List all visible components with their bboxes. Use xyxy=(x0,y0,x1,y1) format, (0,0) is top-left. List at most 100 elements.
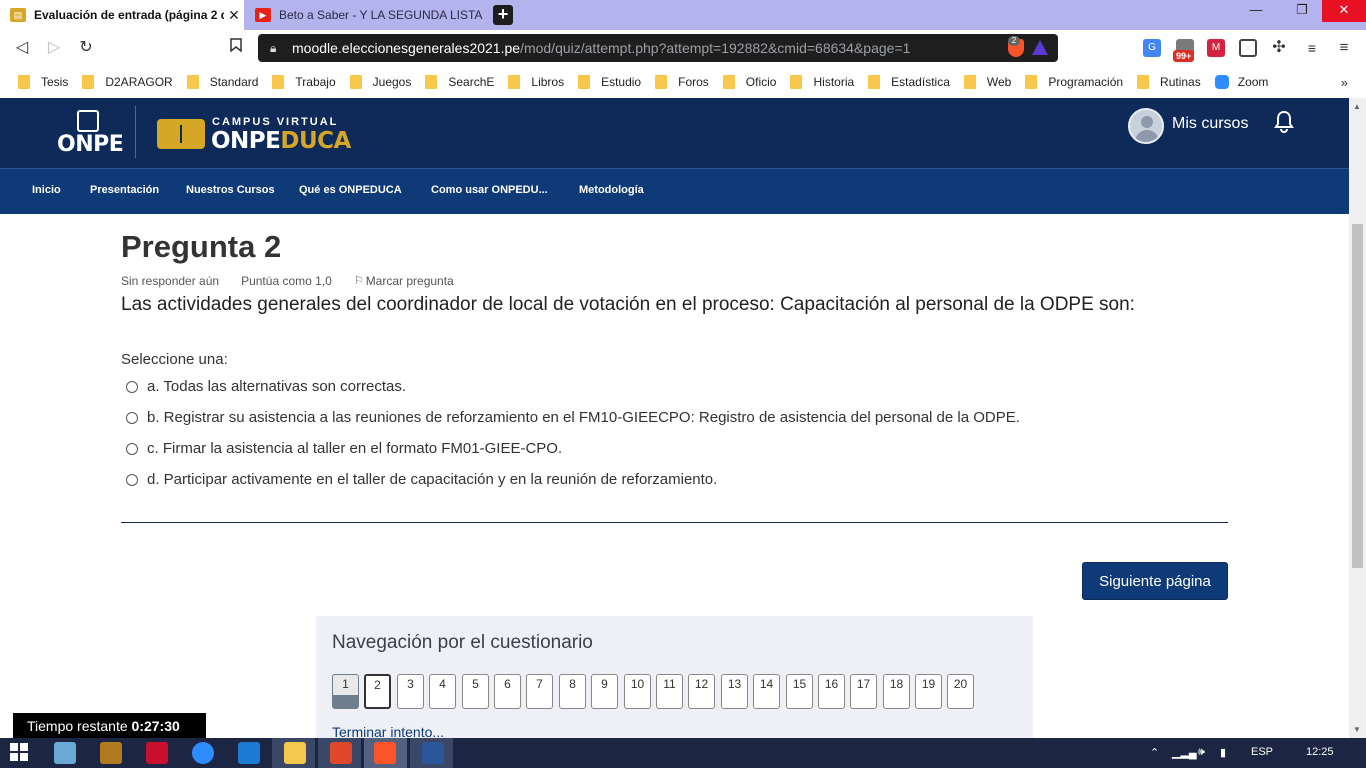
scroll-down-icon[interactable]: ▼ xyxy=(1353,725,1361,734)
answer-label[interactable]: b. Registrar su asistencia a las reunion… xyxy=(147,409,1020,426)
quiz-nav-button[interactable]: 11 xyxy=(656,674,683,709)
bookmark-folder[interactable]: SearchE xyxy=(419,70,502,94)
reload-icon[interactable]: ↻ xyxy=(76,38,96,58)
word-icon[interactable] xyxy=(422,742,444,764)
extensions-puzzle-icon[interactable]: ✣ xyxy=(1270,39,1288,57)
quiz-nav-button[interactable]: 14 xyxy=(753,674,780,709)
bookmark-folder[interactable]: Juegos xyxy=(344,70,420,94)
quiz-nav-button[interactable]: 12 xyxy=(688,674,715,709)
nav-inicio[interactable]: Inicio xyxy=(32,184,61,196)
volume-icon[interactable]: 🕪︎ xyxy=(1198,746,1205,759)
language-indicator[interactable]: ESP xyxy=(1251,746,1273,758)
answer-option-a[interactable]: a. Todas las alternativas son correctas. xyxy=(126,378,406,395)
quiz-nav-button[interactable]: 18 xyxy=(883,674,910,709)
bookmark-folder[interactable]: Tesis xyxy=(0,70,76,94)
quiz-nav-button[interactable]: 9 xyxy=(591,674,618,709)
file-explorer-icon[interactable] xyxy=(284,742,306,764)
app-icon[interactable] xyxy=(330,742,352,764)
bookmark-folder[interactable]: Rutinas xyxy=(1131,70,1209,94)
app-icon[interactable] xyxy=(54,742,76,764)
quiz-nav-button[interactable]: 6 xyxy=(494,674,521,709)
tray-overflow-icon[interactable]: ⌃ xyxy=(1150,746,1159,759)
bookmark-folder[interactable]: Estudio xyxy=(572,70,649,94)
answer-label[interactable]: d. Participar activamente en el taller d… xyxy=(147,471,717,488)
my-courses-link[interactable]: Mis cursos xyxy=(1172,115,1248,133)
restore-button[interactable]: ❐ xyxy=(1280,0,1324,22)
app-icon[interactable] xyxy=(100,742,122,764)
bookmark-folder[interactable]: Oficio xyxy=(717,70,785,94)
scroll-up-icon[interactable]: ▲ xyxy=(1353,102,1361,111)
answer-label[interactable]: a. Todas las alternativas son correctas. xyxy=(147,378,406,395)
onpe-logo[interactable]: ONPE xyxy=(57,110,124,157)
forward-icon[interactable]: ▷ xyxy=(44,38,64,58)
quiz-nav-button[interactable]: 10 xyxy=(624,674,651,709)
nav-presentacion[interactable]: Presentación xyxy=(90,184,159,196)
quiz-nav-button[interactable]: 17 xyxy=(850,674,877,709)
quiz-nav-button[interactable]: 20 xyxy=(947,674,974,709)
bookmark-zoom[interactable]: Zoom xyxy=(1209,70,1277,94)
quiz-nav-button[interactable]: 8 xyxy=(559,674,586,709)
clock[interactable]: 12:25 xyxy=(1306,746,1334,758)
bookmark-folder[interactable]: Foros xyxy=(649,70,717,94)
brave-rewards-icon[interactable] xyxy=(1032,40,1048,55)
bookmark-folder[interactable]: Web xyxy=(958,70,1019,94)
back-icon[interactable]: ◁ xyxy=(12,38,32,58)
cast-icon[interactable] xyxy=(1239,39,1257,57)
quiz-nav-button[interactable]: 4 xyxy=(429,674,456,709)
quiz-nav-button[interactable]: 15 xyxy=(786,674,813,709)
radio-button[interactable] xyxy=(126,473,138,486)
address-bar[interactable]: 🔒︎ moodle.eleccionesgenerales2021.pe/mod… xyxy=(258,34,1058,62)
brave-browser-icon[interactable] xyxy=(374,742,396,764)
bookmark-folder[interactable]: Programación xyxy=(1019,70,1131,94)
bookmark-folder[interactable]: Estadística xyxy=(862,70,958,94)
next-page-button[interactable]: Siguiente página xyxy=(1082,562,1228,600)
radio-button[interactable] xyxy=(126,411,138,424)
onpeduca-logo[interactable]: ONPEDUCA xyxy=(211,128,351,154)
quiz-nav-button[interactable]: 19 xyxy=(915,674,942,709)
quiz-nav-button[interactable]: 13 xyxy=(721,674,748,709)
bookmark-folder[interactable]: Historia xyxy=(784,70,862,94)
quiz-nav-button[interactable]: 16 xyxy=(818,674,845,709)
network-icon[interactable]: ▁▂▄ xyxy=(1172,746,1197,759)
bookmark-icon[interactable] xyxy=(226,38,246,58)
zoom-app-icon[interactable] xyxy=(192,742,214,764)
radio-button[interactable] xyxy=(126,380,138,393)
quiz-nav-button[interactable]: 2 xyxy=(364,674,391,709)
bookmark-folder[interactable]: Trabajo xyxy=(266,70,343,94)
flag-icon[interactable]: ⚐ xyxy=(354,274,364,288)
answer-label[interactable]: c. Firmar la asistencia al taller en el … xyxy=(147,440,562,457)
answer-option-c[interactable]: c. Firmar la asistencia al taller en el … xyxy=(126,440,562,457)
notification-bell-icon[interactable] xyxy=(1273,110,1295,134)
quiz-nav-button[interactable]: 5 xyxy=(462,674,489,709)
windows-start-icon[interactable] xyxy=(10,743,32,765)
user-avatar[interactable] xyxy=(1128,108,1164,144)
minimize-button[interactable]: — xyxy=(1234,0,1278,22)
new-tab-button[interactable]: + xyxy=(493,5,513,25)
scrollbar-thumb[interactable] xyxy=(1352,224,1363,568)
tab-youtube[interactable]: ▶ Beto a Saber - Y LA SEGUNDA LISTA DE xyxy=(245,0,483,30)
bookmarks-overflow-icon[interactable]: » xyxy=(1341,75,1348,90)
nav-metodologia[interactable]: Metodología xyxy=(579,184,644,196)
tab-close-icon[interactable]: ✕ xyxy=(224,7,244,24)
tab-quiz[interactable]: ▤ Evaluación de entrada (página 2 de ✕ xyxy=(0,0,244,30)
flag-question-link[interactable]: Marcar pregunta xyxy=(366,274,454,288)
answer-option-d[interactable]: d. Participar activamente en el taller d… xyxy=(126,471,717,488)
bookmark-folder[interactable]: Libros xyxy=(502,70,572,94)
translate-extension-icon[interactable]: G xyxy=(1143,39,1161,57)
mega-extension-icon[interactable]: M xyxy=(1207,39,1225,57)
quiz-nav-button[interactable]: 7 xyxy=(526,674,553,709)
browser-menu-icon[interactable]: ≡ xyxy=(1335,39,1353,57)
nav-como-usar[interactable]: Como usar ONPEDU... xyxy=(431,184,548,196)
radio-button[interactable] xyxy=(126,442,138,455)
quiz-nav-button[interactable]: 1 xyxy=(332,674,359,709)
battery-icon[interactable]: ▮ xyxy=(1220,746,1226,759)
page-scrollbar[interactable]: ▲ ▼ xyxy=(1349,98,1366,738)
bookmark-folder[interactable]: Standard xyxy=(181,70,267,94)
media-queue-icon[interactable]: ≡ xyxy=(1303,39,1321,57)
nav-que-es-onpeduca[interactable]: Qué es ONPEDUCA xyxy=(299,184,402,196)
nav-nuestros-cursos[interactable]: Nuestros Cursos xyxy=(186,184,275,196)
answer-option-b[interactable]: b. Registrar su asistencia a las reunion… xyxy=(126,409,1020,426)
app-icon[interactable] xyxy=(146,742,168,764)
quiz-nav-button[interactable]: 3 xyxy=(397,674,424,709)
close-window-button[interactable]: ✕ xyxy=(1322,0,1366,22)
